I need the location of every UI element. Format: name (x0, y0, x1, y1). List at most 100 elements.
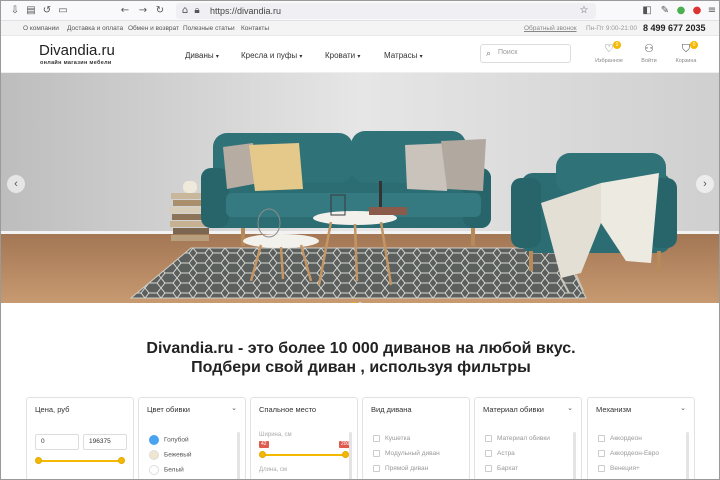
filter-color-title: Цвет обивки (147, 405, 191, 414)
price-slider-track[interactable] (39, 460, 123, 462)
forward-icon[interactable]: → (137, 5, 149, 17)
hero-dot[interactable] (352, 302, 356, 303)
material-option-label: Астра (497, 450, 515, 458)
headline-line-2: Подбери свой диван , используя фильтры (191, 359, 531, 376)
filter-price: Цена, руб 0 196375 (26, 397, 134, 479)
search-placeholder: Поиск (498, 49, 518, 56)
hero-dot[interactable] (358, 302, 362, 303)
filter-color: Цвет обивки ⌄ Голубой Бежевый Белый (138, 397, 246, 479)
filter-material-title: Материал обивки (483, 405, 544, 414)
topline-link-returns[interactable]: Обмен и возврат (128, 25, 179, 33)
checkbox[interactable] (598, 465, 605, 472)
checkbox[interactable] (485, 465, 492, 472)
material-option-label: Бархат (497, 465, 519, 473)
mechanism-option-label: Венеция+ (610, 465, 640, 473)
login-button[interactable]: ⚇ Войти (634, 43, 664, 65)
extension-icon[interactable]: ● (675, 5, 687, 17)
mechanism-option[interactable]: Аккордеон-Евро (598, 450, 659, 457)
topline-link-about[interactable]: О компании (23, 25, 59, 33)
topline-link-delivery[interactable]: Доставка и оплата (67, 25, 123, 33)
color-option-label: Голубой (164, 436, 189, 444)
favorites-count-badge: 0 (613, 41, 621, 49)
mechanism-option[interactable]: Аккордеон (598, 435, 642, 442)
material-option[interactable]: Бархат (485, 465, 518, 472)
material-option[interactable]: Материал обивки (485, 435, 550, 442)
chevron-down-icon[interactable]: ⌄ (231, 404, 237, 412)
favorites-label: Избранное (595, 58, 623, 64)
site-logo[interactable]: Divandia.ru (39, 43, 115, 59)
mechanism-option-label: Аккордеон-Евро (610, 450, 659, 458)
type-option[interactable]: Кушетка (373, 435, 410, 442)
checkbox[interactable] (598, 435, 605, 442)
sidebar-icon[interactable]: ▭ (57, 5, 69, 17)
lock-icon: 🔒︎ (194, 5, 200, 16)
nav-item-mattresses[interactable]: Матрасы ▾ (384, 51, 423, 60)
checkbox[interactable] (373, 450, 380, 457)
price-min-input[interactable]: 0 (35, 434, 79, 450)
filter-sleeping-title: Спальное место (259, 405, 317, 414)
scrollbar[interactable] (349, 432, 352, 479)
adblock-icon[interactable]: ● (691, 5, 703, 17)
hero-prev-button[interactable]: ‹ (7, 175, 25, 193)
cart-button[interactable]: ⛉ 0 Корзина (671, 41, 701, 64)
topline-link-contacts[interactable]: Контакты (241, 25, 269, 33)
hero-next-button[interactable]: › (696, 175, 714, 193)
downloads-icon[interactable]: ▤ (25, 5, 37, 17)
callback-link[interactable]: Обратный звонок (524, 25, 577, 33)
scrollbar[interactable] (686, 432, 689, 479)
color-option-label: Бежевый (164, 451, 192, 459)
type-option-label: Кушетка (385, 435, 411, 443)
nav-item-armchairs[interactable]: Кресла и пуфы ▾ (241, 51, 302, 60)
width-slider-track[interactable] (263, 454, 347, 456)
price-slider-max-handle[interactable] (118, 457, 125, 464)
type-option-label: Прямой диван (385, 465, 429, 473)
bookmark-star-icon[interactable]: ☆ (578, 5, 590, 17)
chevron-down-icon[interactable]: ⌄ (680, 404, 686, 412)
history-icon[interactable]: ↺ (41, 5, 53, 17)
cart-count-badge: 0 (690, 41, 698, 49)
tools-icon[interactable]: ✎ (659, 5, 671, 17)
type-option[interactable]: Прямой диван (373, 465, 428, 472)
color-swatch (149, 450, 159, 460)
type-option-label: Модульный диван (385, 450, 440, 458)
filter-mechanism-title: Механизм (596, 405, 632, 414)
back-icon[interactable]: ← (119, 5, 131, 17)
checkbox[interactable] (485, 435, 492, 442)
nav-item-beds[interactable]: Кровати ▾ (325, 51, 360, 60)
search-icon: ⌕ (486, 48, 492, 58)
phone-number[interactable]: 8 499 677 2035 (643, 23, 706, 33)
favorites-button[interactable]: ♡ 0 Избранное (594, 41, 624, 64)
chevron-left-icon: ‹ (14, 178, 18, 190)
reload-icon[interactable]: ↻ (154, 5, 166, 17)
checkbox[interactable] (373, 465, 380, 472)
url-bar[interactable]: ⌂ 🔒︎ https://divandia.ru ☆ (176, 3, 596, 19)
color-option-blue[interactable]: Голубой (149, 435, 189, 445)
scrollbar[interactable] (237, 432, 240, 479)
scrollbar[interactable] (573, 432, 576, 479)
nav-item-sofas[interactable]: Диваны ▾ (185, 51, 219, 60)
hero-banner[interactable]: ‹ › (1, 73, 719, 303)
color-option-beige[interactable]: Бежевый (149, 450, 192, 460)
color-option-white[interactable]: Белый (149, 465, 184, 475)
width-slider-min-handle[interactable] (259, 451, 266, 458)
checkbox[interactable] (598, 450, 605, 457)
home-icon[interactable]: ⌂ (179, 5, 191, 17)
width-slider-max-handle[interactable] (342, 451, 349, 458)
login-label: Войти (641, 58, 657, 64)
color-option-label: Белый (164, 466, 184, 474)
menu-icon[interactable]: ≡ (706, 5, 718, 17)
filter-sofa-type: Вид дивана Кушетка Модульный диван Прямо… (362, 397, 470, 479)
type-option[interactable]: Модульный диван (373, 450, 440, 457)
chevron-down-icon: ▾ (299, 54, 303, 60)
price-slider-min-handle[interactable] (35, 457, 42, 464)
import-icon[interactable]: ⇩ (9, 5, 21, 17)
pocket-icon[interactable]: ◧ (641, 5, 653, 17)
topline-link-articles[interactable]: Полезные статьи (183, 25, 235, 33)
material-option[interactable]: Астра (485, 450, 515, 457)
price-max-input[interactable]: 196375 (83, 434, 127, 450)
chevron-down-icon[interactable]: ⌄ (567, 404, 573, 412)
checkbox[interactable] (485, 450, 492, 457)
checkbox[interactable] (373, 435, 380, 442)
mechanism-option[interactable]: Венеция+ (598, 465, 640, 472)
search-input[interactable]: ⌕ Поиск (480, 44, 571, 63)
